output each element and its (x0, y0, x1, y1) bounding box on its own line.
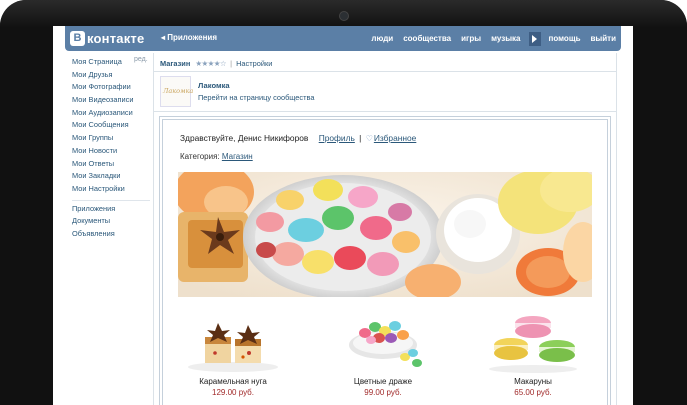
apps-back-link[interactable]: ◂ Приложения (161, 33, 217, 42)
breadcrumb: Магазин ★★★★☆ | Настройки (160, 59, 272, 68)
laptop-bezel: В контакте ◂ Приложения люди сообщества … (0, 0, 687, 405)
nav-music[interactable]: музыка (486, 34, 525, 43)
sweets-illustration (178, 172, 592, 297)
vk-logo[interactable]: В контакте (70, 31, 144, 46)
nav-communities[interactable]: сообщества (398, 34, 456, 43)
product-name[interactable]: Макаруны (463, 377, 603, 386)
group-name[interactable]: Лакомка (198, 81, 230, 90)
shop-banner-image (178, 172, 592, 297)
divider (154, 71, 616, 72)
menu-item-videos[interactable]: Мои Видеозаписи (72, 94, 152, 107)
nav-logout[interactable]: выйти (585, 34, 621, 43)
menu-item-documents[interactable]: Документы (72, 215, 152, 228)
divider (154, 111, 616, 112)
screen: В контакте ◂ Приложения люди сообщества … (53, 26, 633, 405)
category-line: Категория: Магазин (180, 152, 253, 161)
product-price: 65.00 руб. (514, 388, 552, 397)
favorites-link[interactable]: Избранное (374, 133, 416, 143)
menu-item-news[interactable]: Мои Новости (72, 145, 152, 158)
menu-item-groups[interactable]: Мои Группы (72, 132, 152, 145)
breadcrumb-settings[interactable]: Настройки (236, 59, 272, 68)
chevron-left-icon: ◂ (161, 33, 166, 42)
menu-item-photos[interactable]: Мои Фотографии (72, 81, 152, 94)
heart-icon: ♡ (365, 134, 373, 143)
product-price: 129.00 руб. (212, 388, 254, 397)
menu-item-settings[interactable]: Мои Настройки (72, 183, 152, 196)
breadcrumb-separator: | (230, 59, 233, 68)
category-link[interactable]: Магазин (222, 152, 253, 161)
nav-people[interactable]: люди (366, 34, 398, 43)
product-card[interactable]: Макаруны 65.00 руб. (463, 305, 603, 397)
rating-stars-icon: ★★★★☆ (195, 59, 227, 68)
menu-item-messages[interactable]: Мои Сообщения (72, 119, 152, 132)
nav-games[interactable]: игры (456, 34, 486, 43)
group-page-link[interactable]: Перейти на страницу сообщества (198, 93, 314, 102)
nav-help[interactable]: помощь (544, 34, 586, 43)
shop-app: Здравствуйте, Денис Никифоров Профиль | … (162, 119, 608, 405)
product-image-nougat[interactable] (163, 305, 303, 375)
product-image-macarons[interactable] (463, 305, 603, 375)
menu-item-ads[interactable]: Объявления (72, 228, 152, 241)
product-name[interactable]: Цветные драже (313, 377, 453, 386)
product-name[interactable]: Карамельная нуга (163, 377, 303, 386)
macarons-icon (489, 316, 577, 373)
vk-logo-icon: В (70, 31, 85, 46)
greeting-separator: | (359, 133, 362, 143)
dragee-icon (349, 321, 422, 367)
camera-icon (339, 11, 349, 21)
apps-back-label: Приложения (167, 33, 217, 42)
greeting-text: Здравствуйте, Денис Никифоров (180, 133, 309, 143)
top-nav: люди сообщества игры музыка помощь выйти (366, 26, 621, 51)
category-label: Категория: (180, 152, 220, 161)
menu-item-bookmarks[interactable]: Мои Закладки (72, 170, 152, 183)
menu-divider (72, 199, 150, 201)
greeting-bar: Здравствуйте, Денис Никифоров Профиль | … (180, 133, 416, 143)
group-avatar-logo: Лакомка (163, 87, 194, 95)
product-price: 99.00 руб. (364, 388, 402, 397)
vk-logo-text: контакте (87, 31, 145, 46)
menu-item-apps[interactable]: Приложения (72, 203, 152, 216)
content-area: Магазин ★★★★☆ | Настройки Лакомка Лакомк… (153, 53, 617, 405)
product-card[interactable]: Цветные драже 99.00 руб. (313, 305, 453, 397)
edit-link[interactable]: ред. (134, 56, 148, 63)
vk-header: В контакте ◂ Приложения люди сообщества … (65, 26, 621, 51)
group-avatar[interactable]: Лакомка (160, 76, 194, 107)
menu-item-friends[interactable]: Мои Друзья (72, 69, 152, 82)
product-card[interactable]: Карамельная нуга 129.00 руб. (163, 305, 303, 397)
product-image-dragee[interactable] (313, 305, 453, 375)
shop-app-frame: Здравствуйте, Денис Никифоров Профиль | … (159, 116, 611, 405)
profile-link[interactable]: Профиль (319, 133, 355, 143)
left-menu: ред. Моя Страница Мои Друзья Мои Фотогра… (72, 56, 152, 241)
menu-item-answers[interactable]: Мои Ответы (72, 158, 152, 171)
play-icon[interactable] (528, 31, 541, 46)
menu-item-audio[interactable]: Мои Аудиозаписи (72, 107, 152, 120)
nougat-icon (188, 323, 278, 372)
breadcrumb-app-name[interactable]: Магазин (160, 59, 190, 68)
